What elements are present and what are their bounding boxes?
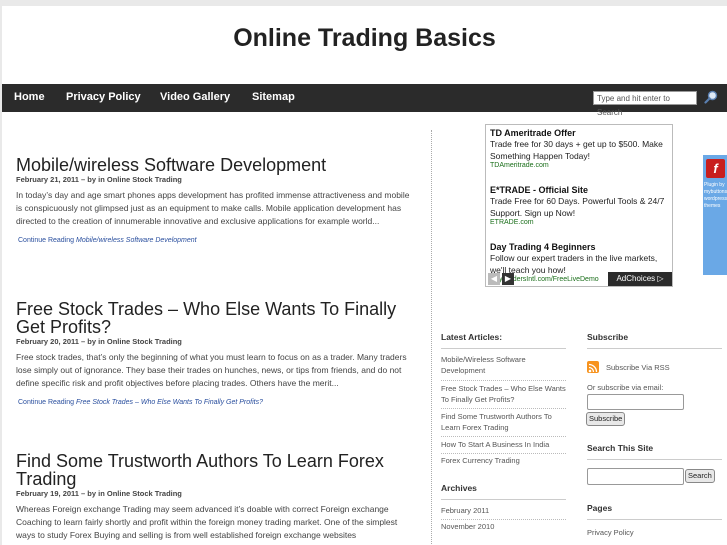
- latest-article-link[interactable]: Find Some Trustworth Authors To Learn Fo…: [441, 411, 566, 433]
- archives-title: Archives: [441, 483, 477, 493]
- list-separator: [441, 436, 566, 437]
- post-title[interactable]: Mobile/wireless Software Development: [16, 156, 416, 174]
- continue-reading-label: Continue Reading: [18, 399, 75, 406]
- widget-rule: [587, 519, 722, 520]
- search-icon[interactable]: [704, 90, 718, 104]
- latest-article-link[interactable]: Free Stock Trades – Who Else Wants To Fi…: [441, 383, 566, 405]
- nav-item-home[interactable]: Home: [14, 84, 45, 112]
- ad-controls: ◀ ▶ AdChoices ▷: [486, 272, 672, 286]
- archive-link[interactable]: November 2010: [441, 521, 566, 532]
- ad-text: Trade Free for 60 Days. Powerful Tools &…: [490, 196, 665, 218]
- post-meta: February 20, 2011 – by in Online Stock T…: [16, 337, 182, 346]
- flash-plugin-text: Plugin by mybuttons wordpress themes: [704, 182, 727, 209]
- post-title[interactable]: Free Stock Trades – Who Else Wants To Fi…: [16, 300, 416, 336]
- subscribe-button[interactable]: Subscribe: [586, 412, 626, 426]
- subscribe-rss-link[interactable]: Subscribe Via RSS: [606, 362, 727, 373]
- latest-article-link[interactable]: How To Start A Business In India: [441, 439, 566, 450]
- nav-item-sitemap[interactable]: Sitemap: [252, 84, 295, 112]
- content-divider: [431, 130, 432, 545]
- widget-rule: [441, 348, 566, 349]
- adchoices-label: AdChoices: [616, 274, 656, 283]
- search-site-title: Search This Site: [587, 443, 654, 453]
- header-search-input[interactable]: Type and hit enter to Search: [593, 91, 697, 117]
- continue-reading-link[interactable]: Continue Reading Free Stock Trades – Who…: [18, 399, 416, 406]
- list-separator: [441, 519, 566, 520]
- adchoices-badge[interactable]: AdChoices ▷: [608, 272, 672, 286]
- archive-link[interactable]: February 2011: [441, 505, 566, 516]
- ad-text: Trade free for 30 days + get up to $500.…: [490, 139, 663, 161]
- site-title[interactable]: Online Trading Basics: [2, 24, 727, 53]
- ad-next-icon[interactable]: ▶: [502, 273, 514, 285]
- post-item: Free Stock Trades – Who Else Wants To Fi…: [16, 300, 416, 406]
- post-item: Find Some Trustworth Authors To Learn Fo…: [16, 452, 416, 542]
- ad-url[interactable]: TDAmeritrade.com: [490, 162, 668, 169]
- post-meta: February 21, 2011 – by in Online Stock T…: [16, 175, 182, 184]
- post-meta: February 19, 2011 – by in Online Stock T…: [16, 489, 182, 498]
- subscribe-email-input[interactable]: [587, 394, 684, 410]
- widget-rule: [441, 499, 566, 500]
- ad-title[interactable]: E*TRADE - Official Site: [490, 185, 668, 195]
- continue-reading-link[interactable]: Continue Reading Mobile/wireless Softwar…: [18, 237, 416, 244]
- latest-article-link[interactable]: Mobile/Wireless Software Development: [441, 354, 566, 376]
- rss-icon[interactable]: [587, 361, 599, 373]
- adchoices-icon: ▷: [657, 274, 664, 283]
- ad-title[interactable]: Day Trading 4 Beginners: [490, 242, 668, 252]
- post-excerpt: In today’s day and age smart phones apps…: [16, 190, 410, 226]
- post-excerpt: Free stock trades, that’s only the begin…: [16, 352, 407, 388]
- nav-item-video-gallery[interactable]: Video Gallery: [160, 84, 230, 112]
- list-separator: [441, 453, 566, 454]
- subscribe-title: Subscribe: [587, 332, 629, 342]
- ad-item[interactable]: TD Ameritrade Offer Trade free for 30 da…: [490, 128, 668, 169]
- flash-icon[interactable]: f: [706, 159, 725, 178]
- post-item: Mobile/wireless Software Development Feb…: [16, 156, 416, 244]
- site-search-input[interactable]: [587, 468, 684, 485]
- ad-url[interactable]: ETRADE.com: [490, 219, 668, 226]
- latest-articles-title: Latest Articles:: [441, 332, 503, 342]
- list-separator: [441, 380, 566, 381]
- page-link[interactable]: Privacy Policy: [587, 527, 712, 538]
- ad-box: TD Ameritrade Offer Trade free for 30 da…: [485, 124, 673, 287]
- pages-title: Pages: [587, 503, 613, 513]
- page: Online Trading Basics Home Privacy Polic…: [2, 6, 727, 545]
- list-separator: [441, 408, 566, 409]
- continue-reading-title: Mobile/wireless Software Development: [76, 237, 197, 244]
- subscribe-email-label: Or subscribe via email:: [587, 383, 664, 392]
- widget-rule: [587, 459, 722, 460]
- ad-prev-icon[interactable]: ◀: [488, 273, 500, 285]
- latest-article-link[interactable]: Forex Currency Trading: [441, 455, 566, 466]
- nav-item-privacy-policy[interactable]: Privacy Policy: [66, 84, 141, 112]
- site-search-button[interactable]: Search: [685, 469, 715, 483]
- ad-title[interactable]: TD Ameritrade Offer: [490, 128, 668, 138]
- continue-reading-label: Continue Reading: [18, 237, 75, 244]
- post-excerpt: Whereas Foreign exchange Trading may see…: [16, 504, 398, 540]
- widget-rule: [587, 348, 722, 349]
- rss-glyph: [588, 363, 598, 373]
- continue-reading-title: Free Stock Trades – Who Else Wants To Fi…: [76, 399, 263, 406]
- post-title[interactable]: Find Some Trustworth Authors To Learn Fo…: [16, 452, 416, 488]
- ad-item[interactable]: E*TRADE - Official Site Trade Free for 6…: [490, 185, 668, 226]
